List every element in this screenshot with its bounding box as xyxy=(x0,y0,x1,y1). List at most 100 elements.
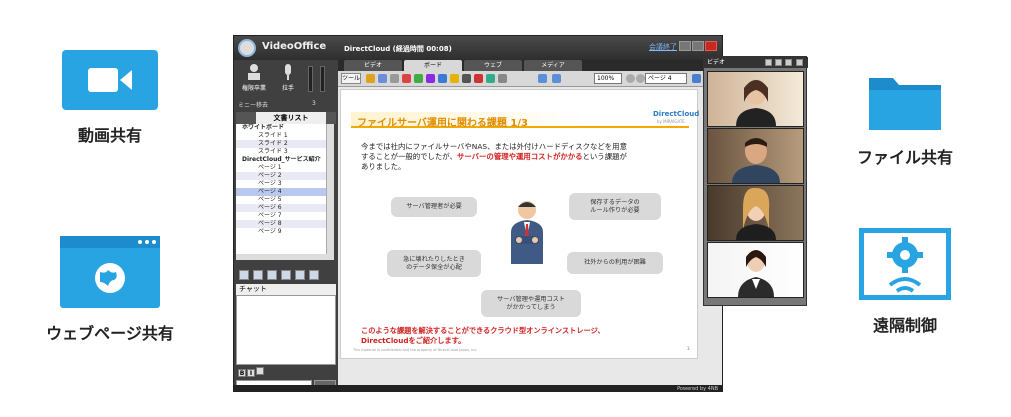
title-bar: VideoOffice DirectCloud (経過時間 00:08) 会議終… xyxy=(234,36,722,60)
slide-body-line: することが一般的でしたが、サーバーの管理や運用コストがかかるという課題が xyxy=(361,152,683,162)
tree-item[interactable]: DirectCloud_サービス紹介 xyxy=(236,156,326,164)
capture-icon[interactable] xyxy=(552,74,561,83)
pen-icon[interactable] xyxy=(366,74,375,83)
tree-item[interactable]: ページ 7 xyxy=(236,212,326,220)
slide-body-line: ありました。 xyxy=(361,162,406,171)
slide-footer-line: このような課題を解決することができるクラウド型オンラインストレージ、 xyxy=(361,326,605,335)
new-document-icon[interactable] xyxy=(239,270,249,280)
eraser-icon[interactable] xyxy=(426,74,435,83)
page-select[interactable]: ページ 4 xyxy=(645,73,687,84)
feature-label: 動画共有 xyxy=(77,126,142,145)
mic-button[interactable]: 拉手 xyxy=(274,63,302,97)
layout-4-icon[interactable] xyxy=(796,59,803,66)
presenter-icon xyxy=(248,64,260,80)
tab-web[interactable]: ウェブ xyxy=(464,60,522,71)
tree-item[interactable]: ページ 1 xyxy=(236,164,326,172)
tree-item[interactable]: ページ 3 xyxy=(236,180,326,188)
layout-1-icon[interactable] xyxy=(765,59,772,66)
zoom-in-icon[interactable] xyxy=(636,74,645,83)
tree-item[interactable]: ページ 9 xyxy=(236,228,326,236)
slide-body-line: 今までは社内にファイルサーバやNAS、または外付けハードディスクなどを用意 xyxy=(361,142,627,151)
tree-item[interactable]: ホワイトボード xyxy=(236,124,326,132)
save-icon[interactable] xyxy=(281,270,291,280)
participant-video[interactable] xyxy=(707,71,804,127)
participant-video[interactable] xyxy=(707,185,804,241)
participant-video[interactable] xyxy=(707,242,804,298)
thickness-icon[interactable] xyxy=(390,74,399,83)
issue-bubble: サーバ管理者が必要 xyxy=(391,197,477,217)
remote-gear-icon xyxy=(859,228,951,300)
maximize-button[interactable] xyxy=(692,41,704,51)
feature-label: ファイル共有 xyxy=(856,148,953,167)
feature-web-share: ウェブページ共有 xyxy=(35,236,185,344)
shape-icon[interactable] xyxy=(402,74,411,83)
mic-label: 拉手 xyxy=(281,85,294,92)
slide-page-number: 3 xyxy=(687,346,690,351)
open-folder-icon[interactable] xyxy=(253,270,263,280)
directcloud-logo: DirectCloud xyxy=(653,110,700,118)
minimize-button[interactable] xyxy=(679,41,691,51)
slide-title: ファイルサーバ運用に関わる課題 1/3 xyxy=(357,118,528,129)
zoom-out-icon[interactable] xyxy=(626,74,635,83)
share-control-label: 権限卒業 xyxy=(241,85,266,92)
line-icon[interactable] xyxy=(378,74,387,83)
tree-item[interactable]: ページ 2 xyxy=(236,172,326,180)
tab-document-list[interactable]: 文書リスト xyxy=(256,112,326,124)
tree-item[interactable]: スライド 1 xyxy=(236,132,326,140)
redo-icon[interactable] xyxy=(486,74,495,83)
tool-menu-button[interactable]: ツール xyxy=(341,73,361,84)
tab-media[interactable]: メディア xyxy=(524,60,582,71)
mini-label: ミニー移去 xyxy=(238,102,269,109)
participant-avatar xyxy=(738,250,774,297)
participant-video[interactable] xyxy=(707,128,804,184)
feature-video-share: 動画共有 xyxy=(60,50,160,146)
feature-label: ウェブページ共有 xyxy=(46,324,174,343)
undo-icon[interactable] xyxy=(474,74,483,83)
tree-item[interactable]: ページ 6 xyxy=(236,204,326,212)
tree-horizontal-scrollbar[interactable] xyxy=(236,254,334,260)
slide-footer: このような課題を解決することができるクラウド型オンラインストレージ、 Direc… xyxy=(361,326,605,346)
bold-icon[interactable]: B xyxy=(238,369,246,377)
feature-file-share: ファイル共有 xyxy=(845,70,965,168)
highlight-icon[interactable] xyxy=(450,74,459,83)
board-toolbar: ツール 100% ページ 4 xyxy=(338,71,722,87)
image-icon[interactable] xyxy=(538,74,547,83)
window-title: DirectCloud (経過時間 00:08) xyxy=(344,45,452,53)
tree-item[interactable]: ページ 4 xyxy=(236,188,326,196)
document-tree[interactable]: ホワイトボード スライド 1 スライド 2 スライド 3 DirectCloud_サービ… xyxy=(236,124,326,254)
videooffice-window: VideoOffice DirectCloud (経過時間 00:08) 会議終… xyxy=(233,35,723,392)
tree-vertical-scrollbar[interactable] xyxy=(326,124,334,254)
tab-board[interactable]: ボード xyxy=(404,60,462,71)
italic-icon[interactable]: I xyxy=(247,369,255,377)
next-page-icon[interactable] xyxy=(692,74,701,83)
doc-tabs: 文書リスト xyxy=(236,112,336,124)
tree-item[interactable]: スライド 3 xyxy=(236,148,326,156)
tree-item[interactable]: ページ 5 xyxy=(236,196,326,204)
clear-icon[interactable] xyxy=(498,74,507,83)
share-control-button[interactable]: 権限卒業 xyxy=(240,63,268,97)
participant-avatar xyxy=(736,79,776,126)
layout-2-icon[interactable] xyxy=(775,59,782,66)
directcloud-logo-sub: by MIRAIGATE xyxy=(657,119,685,124)
volume-mixer[interactable] xyxy=(304,64,334,98)
tree-item[interactable]: ページ 8 xyxy=(236,220,326,228)
microphone-icon xyxy=(285,64,291,80)
close-button[interactable] xyxy=(705,41,717,51)
tab-video[interactable]: ビデオ xyxy=(344,60,402,71)
upload-icon[interactable] xyxy=(267,270,277,280)
feature-label: 遠隔制御 xyxy=(872,316,937,335)
text-icon[interactable] xyxy=(462,74,471,83)
fill-icon[interactable] xyxy=(414,74,423,83)
slide-footer-line: DirectCloudをご紹介します。 xyxy=(361,336,466,345)
issue-bubble: 保存するデータの ルール作りが必要 xyxy=(569,193,661,220)
check-icon[interactable] xyxy=(438,74,447,83)
color-icon[interactable] xyxy=(256,367,264,375)
end-meeting-link[interactable]: 会議終了 xyxy=(649,42,677,52)
slide-body-text: という課題が xyxy=(582,152,627,161)
layout-3-icon[interactable] xyxy=(785,59,792,66)
powered-by: Powered by 4NB xyxy=(677,386,718,392)
list-icon[interactable] xyxy=(295,270,305,280)
zoom-select[interactable]: 100% xyxy=(594,73,622,84)
tree-item[interactable]: スライド 2 xyxy=(236,140,326,148)
edit-icon[interactable] xyxy=(309,270,319,280)
